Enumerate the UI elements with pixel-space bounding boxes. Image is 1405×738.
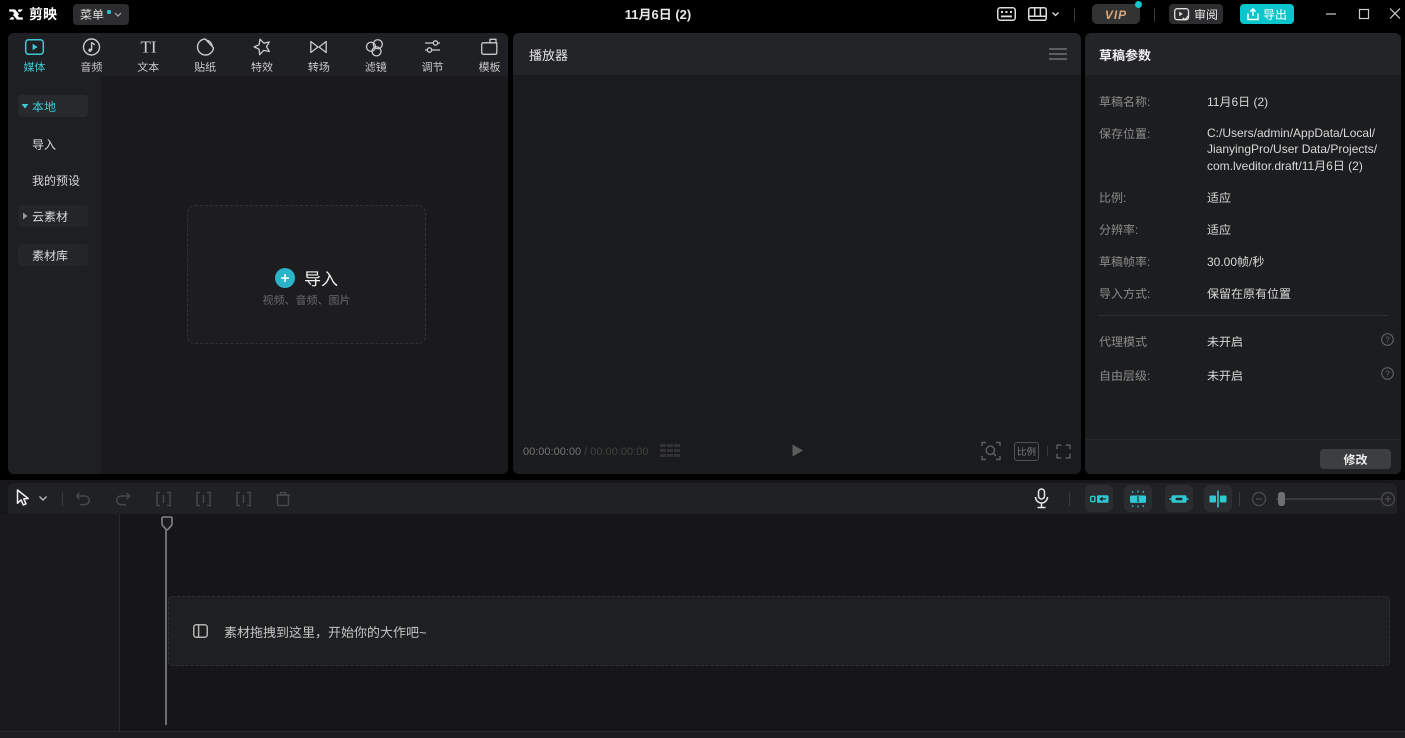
svg-text:TI: TI <box>140 38 156 57</box>
svg-text:?: ? <box>1385 334 1390 345</box>
svg-text:?: ? <box>1385 368 1390 379</box>
